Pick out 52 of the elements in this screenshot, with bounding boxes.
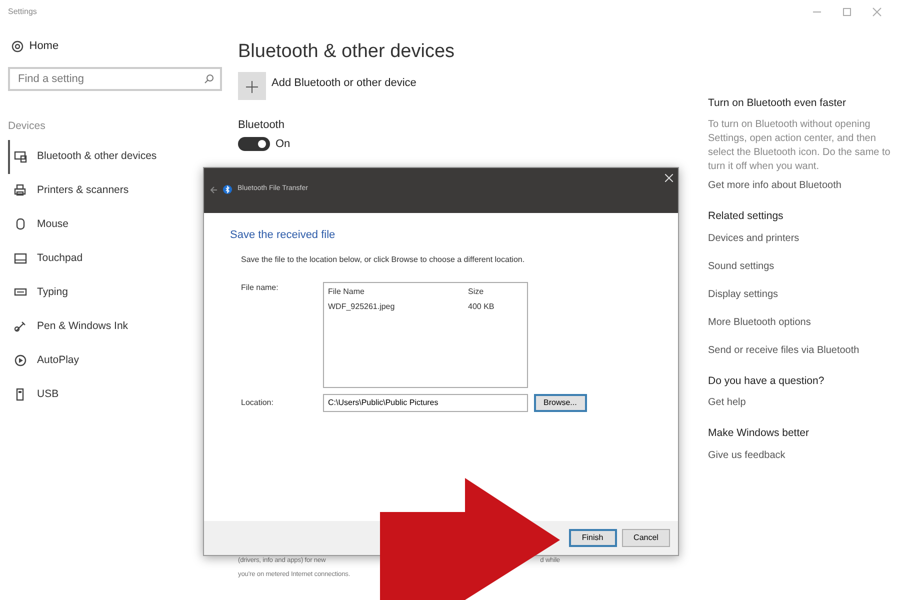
section-heading: Do you have a question? [708,374,826,388]
table-cell-text: 400 KB [468,300,496,313]
browse-button[interactable]: Browse... [534,394,587,412]
devices-icon [14,150,27,164]
sidebar-item[interactable]: AutoPlay [8,344,222,378]
bluetooth-label: Bluetooth [238,118,286,132]
finish-button[interactable]: Finish [568,529,616,547]
printer-icon [14,184,27,198]
settings-link[interactable]: Get help [708,395,892,410]
sidebar-item[interactable]: USB [8,378,222,412]
section-heading: Devices [8,118,46,134]
sidebar-item[interactable]: Typing [8,276,222,310]
dialog-heading: Save the received file [230,228,336,243]
sidebar-item[interactable]: Printers & scanners [8,174,222,208]
settings-link[interactable]: Give us feedback [708,448,892,463]
column-header: Size [468,286,485,298]
pen-icon [14,320,27,334]
table-cell-text: WDF_925261.jpeg [328,300,396,313]
section-heading: Make Windows better [708,426,810,442]
search-field[interactable]: Find a setting [8,66,222,90]
sidebar-item[interactable]: Mouse [8,208,222,242]
cancel-button[interactable]: Cancel [622,529,670,547]
back-arrow-icon [210,186,218,194]
settings-link[interactable]: Display settings [708,286,892,302]
plus-icon [246,80,258,93]
page-title: Bluetooth & other devices [238,40,456,64]
settings-link[interactable]: Sound settings [708,258,892,274]
settings-link[interactable]: Get more info about Bluetooth [708,178,892,193]
bluetooth-icon [223,185,232,194]
home-link[interactable]: Home [29,38,59,54]
settings-link[interactable]: Send or receive files via Bluetooth [708,342,892,358]
instruction-text: Save the file to the location below, or click Browse to choose a different location. [240,254,526,266]
add-device-button[interactable] [238,72,266,100]
help-text: To turn on Bluetooth without opening Settings, open action center, and then select the Bluetooth icon. Do the same to turn it off when you want. [708,118,892,174]
search-icon [204,74,214,84]
toggle-state: On [276,136,290,152]
location-field[interactable]: C:\Users\Public\Public Pictures [323,394,528,412]
settings-link[interactable]: Devices and printers [708,230,892,246]
window-title: Settings [8,6,37,18]
settings-link[interactable]: More Bluetooth options [708,314,892,330]
mouse-icon [14,218,27,232]
file-name-label: File name: [241,282,280,294]
autoplay-icon [14,354,27,368]
sidebar-item[interactable]: Touchpad [8,242,222,276]
column-header: File Name [328,286,366,298]
location-label: Location: [241,396,274,408]
sidebar-item[interactable]: Pen & Windows Ink [8,310,222,344]
bluetooth-toggle[interactable] [238,137,270,151]
section-heading: Related settings [708,208,784,224]
add-device-label[interactable]: Add Bluetooth or other device [272,72,416,100]
section-heading: Turn on Bluetooth even faster [708,96,847,111]
touchpad-icon [14,252,27,266]
